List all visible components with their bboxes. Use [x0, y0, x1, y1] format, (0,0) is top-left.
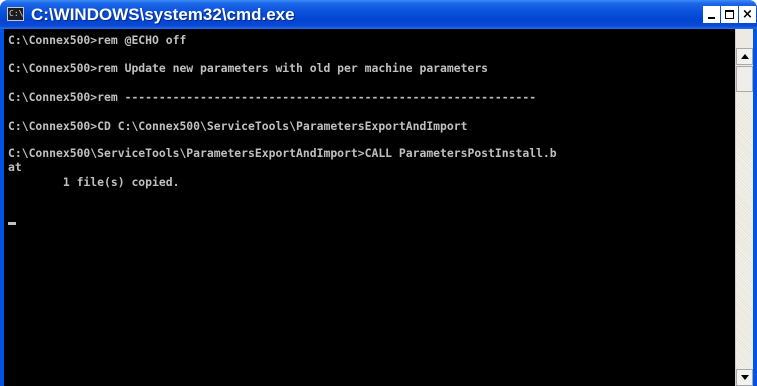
- console-line: C:\Connex500>rem @ECHO off: [8, 33, 187, 47]
- vertical-scrollbar[interactable]: [735, 29, 753, 386]
- console-line: C:\Connex500>rem Update new parameters w…: [8, 61, 489, 75]
- console-line: at: [8, 160, 22, 174]
- close-button[interactable]: ×: [739, 6, 756, 23]
- close-icon: ×: [742, 7, 753, 22]
- console-output[interactable]: C:\Connex500>rem @ECHO off C:\Connex500>r…: [4, 29, 735, 386]
- console-line: C:\Connex500>CD C:\Connex500\ServiceTool…: [8, 119, 468, 133]
- cmd-app-icon[interactable]: C:\: [7, 7, 24, 21]
- scroll-down-button[interactable]: [736, 369, 753, 386]
- minimize-button[interactable]: [703, 6, 720, 23]
- window-title: C:\WINDOWS\system32\cmd.exe: [31, 5, 295, 24]
- scrollbar-thumb[interactable]: [736, 66, 753, 92]
- window-right-border: [753, 29, 757, 386]
- console-line: C:\Connex500>rem -----------------------…: [8, 90, 537, 104]
- scroll-up-button[interactable]: [736, 48, 753, 65]
- title-bar[interactable]: C:\ C:\WINDOWS\system32\cmd.exe ×: [0, 0, 757, 29]
- console-line: C:\Connex500\ServiceTools\ParametersExpo…: [8, 146, 557, 160]
- console-line: 1 file(s) copied.: [8, 175, 180, 189]
- arrow-down-icon: [741, 375, 749, 380]
- cmd-window: C:\ C:\WINDOWS\system32\cmd.exe × C:\Con…: [0, 0, 757, 386]
- maximize-button[interactable]: [721, 6, 738, 23]
- scrollbar-top-gap: [736, 29, 753, 48]
- arrow-up-icon: [741, 54, 749, 59]
- text-cursor: [8, 222, 16, 225]
- minimize-icon: [708, 17, 715, 19]
- maximize-icon: [725, 10, 734, 19]
